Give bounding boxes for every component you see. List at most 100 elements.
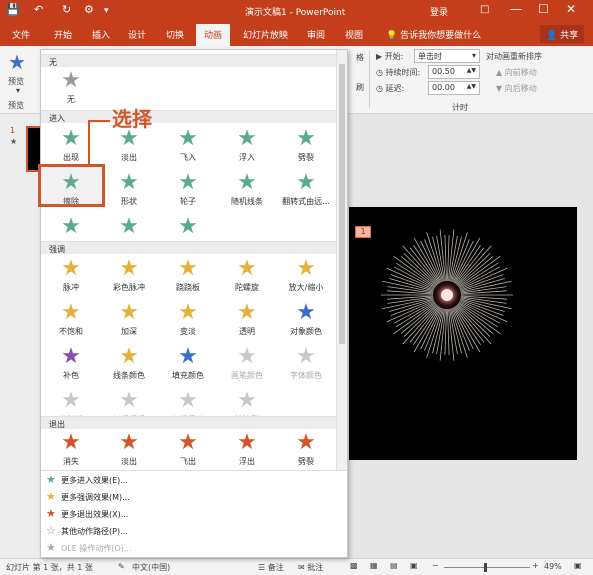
preview-icon[interactable]: ★ bbox=[8, 50, 26, 74]
emphasis-effect[interactable]: ★ 填充颜色 bbox=[160, 344, 216, 388]
entrance-effect-label: 随机线条 bbox=[231, 197, 263, 206]
callout-line-vertical bbox=[88, 120, 90, 165]
exit-effect[interactable]: ★ 劈裂 bbox=[278, 430, 334, 474]
emphasis-effect[interactable]: ★ 加深 bbox=[101, 300, 157, 344]
entrance-effect[interactable]: ★ 劈裂 bbox=[278, 126, 334, 170]
share-button[interactable]: 👤 共享 bbox=[540, 25, 584, 43]
more-effects-item[interactable]: ★ 更多进入效果(E)... bbox=[41, 472, 347, 489]
tab-file[interactable]: 文件 bbox=[12, 28, 30, 41]
move-later-button[interactable]: ▼ 向后移动 bbox=[496, 83, 537, 94]
slide-canvas[interactable] bbox=[349, 207, 577, 460]
star-icon: ★ bbox=[119, 256, 139, 281]
zoom-slider[interactable] bbox=[444, 567, 530, 568]
exit-effect[interactable]: ★ 飞出 bbox=[160, 430, 216, 474]
entrance-effect[interactable]: ★ 飞入 bbox=[160, 126, 216, 170]
entrance-effect[interactable]: ★ 淡出 bbox=[101, 126, 157, 170]
emphasis-effect[interactable]: ★ 补色 bbox=[43, 344, 99, 388]
comments-button[interactable]: ✉ 批注 bbox=[298, 562, 323, 573]
entrance-effect[interactable]: ★ 随机线条 bbox=[219, 170, 275, 214]
more-effects-item[interactable]: ☆ 其他动作路径(P)... bbox=[41, 523, 347, 540]
move-earlier-button[interactable]: ▲ 向前移动 bbox=[496, 67, 537, 78]
save-icon[interactable]: 💾 bbox=[6, 3, 20, 16]
exit-effect-label: 淡出 bbox=[121, 457, 137, 466]
fit-window-icon[interactable]: ▣ bbox=[574, 561, 582, 570]
tab-design[interactable]: 设计 bbox=[128, 28, 146, 41]
tab-slideshow[interactable]: 幻灯片放映 bbox=[243, 28, 288, 41]
zoom-in-icon[interactable]: + bbox=[532, 561, 539, 570]
tab-transitions[interactable]: 切换 bbox=[166, 28, 184, 41]
tell-me-search[interactable]: 💡 告诉我你想要做什么 bbox=[386, 28, 481, 41]
entrance-effect[interactable]: ★ 形状 bbox=[101, 170, 157, 214]
tab-review[interactable]: 审阅 bbox=[307, 28, 325, 41]
slideshow-view-icon[interactable]: ▣ bbox=[410, 561, 418, 570]
painter-label-partial[interactable]: 刷 bbox=[356, 82, 364, 93]
normal-view-icon[interactable]: ▩ bbox=[350, 561, 358, 570]
exit-effect[interactable]: ★ 浮出 bbox=[219, 430, 275, 474]
customize-icon[interactable]: ⚙ bbox=[84, 3, 94, 16]
reading-view-icon[interactable]: ▤ bbox=[390, 561, 398, 570]
language-status[interactable]: 中文(中国) bbox=[132, 562, 170, 573]
tab-insert[interactable]: 插入 bbox=[92, 28, 110, 41]
entrance-effect-label: 翻转式由远... bbox=[282, 197, 330, 206]
entrance-effect-label: 出现 bbox=[63, 153, 79, 162]
zoom-level[interactable]: 49% bbox=[544, 562, 562, 571]
notes-button[interactable]: ☰ 备注 bbox=[258, 562, 284, 573]
spellcheck-icon[interactable]: ✎ bbox=[118, 562, 125, 571]
sorter-view-icon[interactable]: ▦ bbox=[370, 561, 378, 570]
entrance-effect-label: 飞入 bbox=[180, 153, 196, 162]
emphasis-effect[interactable]: ★ 对象颜色 bbox=[278, 300, 334, 344]
firework-image[interactable] bbox=[349, 207, 577, 460]
minimize-icon[interactable]: — bbox=[510, 2, 522, 16]
start-select[interactable]: 单击时 ▾ bbox=[414, 49, 480, 63]
tab-view[interactable]: 视图 bbox=[345, 28, 363, 41]
undo-icon[interactable]: ↶ bbox=[34, 3, 43, 16]
emphasis-effect[interactable]: ★ 彩色脉冲 bbox=[101, 256, 157, 300]
gallery-scrollbar-thumb[interactable] bbox=[339, 64, 345, 344]
star-icon: ★ bbox=[296, 126, 316, 151]
zoom-slider-thumb[interactable] bbox=[484, 563, 487, 572]
maximize-icon[interactable]: ☐ bbox=[538, 2, 549, 16]
tab-animations[interactable]: 动画 bbox=[196, 24, 231, 46]
share-label: 共享 bbox=[560, 31, 579, 41]
none-effect[interactable]: ★ 无 bbox=[43, 68, 99, 112]
delay-input[interactable]: 00.00 ▲▼ bbox=[428, 81, 480, 95]
emphasis-effect[interactable]: ★ 线条颜色 bbox=[101, 344, 157, 388]
section-header-emphasis: 强调 bbox=[41, 241, 347, 254]
emphasis-effect[interactable]: ★ 跷跷板 bbox=[160, 256, 216, 300]
star-icon: ★ bbox=[46, 490, 56, 503]
star-icon: ★ bbox=[296, 344, 316, 369]
redo-icon[interactable]: ↻ bbox=[62, 3, 71, 16]
more-effects-item[interactable]: ★ 更多退出效果(X)... bbox=[41, 506, 347, 523]
emphasis-effect[interactable]: ★ 变淡 bbox=[160, 300, 216, 344]
entrance-effect[interactable]: ★ 轮子 bbox=[160, 170, 216, 214]
login-link[interactable]: 登录 bbox=[430, 5, 448, 18]
close-icon[interactable]: ✕ bbox=[566, 2, 576, 16]
star-icon: ★ bbox=[61, 126, 81, 151]
entrance-effect[interactable]: ★ 浮入 bbox=[219, 126, 275, 170]
emphasis-effect[interactable]: ★ 透明 bbox=[219, 300, 275, 344]
emphasis-effect[interactable]: ★ 不饱和 bbox=[43, 300, 99, 344]
star-icon: ★ bbox=[237, 170, 257, 195]
emphasis-effect[interactable]: ★ 放大/缩小 bbox=[278, 256, 334, 300]
zoom-out-icon[interactable]: − bbox=[432, 561, 439, 570]
emphasis-effect: ★ 画笔颜色 bbox=[219, 344, 275, 388]
entrance-effect-label: 淡出 bbox=[121, 153, 137, 162]
exit-effect[interactable]: ★ 消失 bbox=[43, 430, 99, 474]
exit-effect[interactable]: ★ 淡出 bbox=[101, 430, 157, 474]
entrance-effect[interactable]: ★ 翻转式由远... bbox=[278, 170, 334, 214]
star-icon: ☆ bbox=[46, 524, 56, 537]
ribbon-display-icon[interactable]: □ bbox=[480, 4, 489, 15]
trigger-label-partial[interactable]: 格 bbox=[356, 52, 364, 63]
animation-order-tag[interactable]: 1 bbox=[355, 226, 371, 238]
duration-input[interactable]: 00.50 ▲▼ bbox=[428, 65, 480, 79]
emphasis-effect[interactable]: ★ 脉冲 bbox=[43, 256, 99, 300]
tab-home[interactable]: 开始 bbox=[54, 28, 72, 41]
more-effects-item[interactable]: ★ 更多强调效果(M)... bbox=[41, 489, 347, 506]
gallery-scrollbar[interactable] bbox=[336, 50, 347, 470]
preview-dropdown-icon[interactable]: ▾ bbox=[16, 86, 20, 95]
entrance-effect-label: 形状 bbox=[121, 197, 137, 206]
emphasis-effect-label: 画笔颜色 bbox=[231, 371, 263, 380]
star-icon: ★ bbox=[296, 430, 316, 455]
qat-dropdown-icon[interactable]: ▾ bbox=[104, 6, 109, 16]
emphasis-effect[interactable]: ★ 陀螺旋 bbox=[219, 256, 275, 300]
